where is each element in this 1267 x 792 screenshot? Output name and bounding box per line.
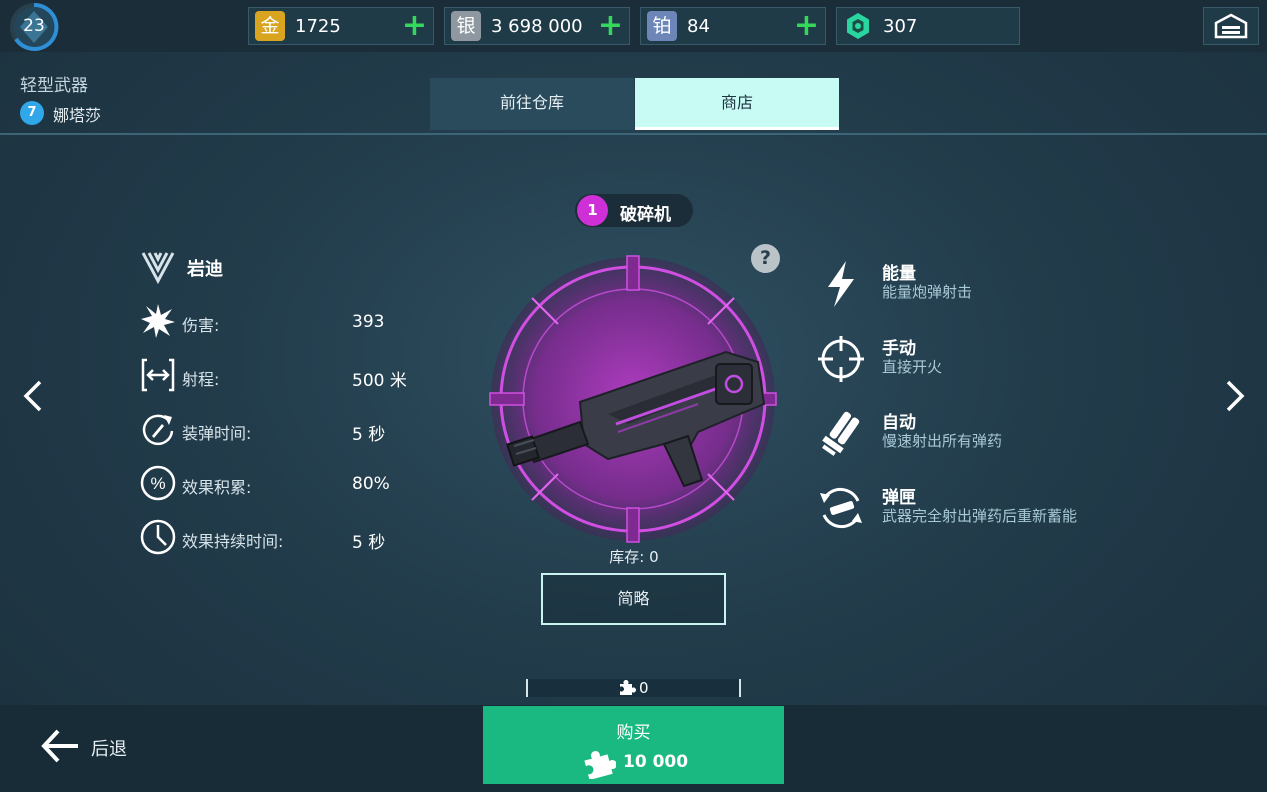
magazine-icon (820, 487, 862, 529)
add-gold-button[interactable]: + (402, 11, 427, 41)
silver-currency[interactable]: 银 3 698 000 + (444, 7, 630, 45)
top-bar: 23 金 1725 + 银 3 698 000 + 铂 84 + 307 (0, 0, 1267, 52)
back-label: 后退 (91, 739, 127, 760)
percent-icon: % (140, 465, 176, 501)
stat-reload: 装弹时间: 5 秒 (140, 411, 440, 447)
hangar-icon (1214, 13, 1248, 39)
gold-value: 1725 (295, 16, 341, 37)
stat-value: 5 秒 (352, 533, 386, 553)
range-icon (141, 358, 175, 392)
gem-value: 307 (883, 16, 918, 37)
manufacturer-row: 岩迪 (140, 249, 440, 285)
stat-label: 射程: (182, 370, 220, 389)
tab-shop[interactable]: 商店 (635, 78, 839, 130)
timer-icon (140, 519, 176, 555)
buy-button[interactable]: 购买 10 000 (483, 706, 784, 784)
previous-weapon-arrow-icon[interactable] (18, 376, 48, 416)
feature-energy: 能量 能量炮弹射击 (816, 259, 1236, 309)
buy-label: 购买 (616, 723, 651, 743)
feature-manual: 手动 直接开火 (816, 334, 1236, 384)
crosshair-icon (818, 336, 864, 382)
auto-fire-icon (822, 411, 860, 456)
next-weapon-arrow-icon[interactable] (1220, 376, 1250, 416)
brief-button[interactable]: 简略 (541, 573, 726, 625)
stock-label: 库存: (609, 548, 645, 566)
platinum-icon: 铂 (647, 11, 677, 41)
tab-warehouse[interactable]: 前往仓库 (430, 78, 634, 130)
stock-value: 0 (649, 548, 659, 566)
feature-desc: 武器完全射出弹药后重新蓄能 (882, 507, 1078, 525)
add-platinum-button[interactable]: + (794, 11, 819, 41)
header-divider (0, 133, 1267, 135)
feature-desc: 直接开火 (882, 358, 943, 376)
stat-label: 装弹时间: (182, 424, 252, 443)
puzzle-piece-icon (584, 751, 616, 779)
platinum-currency[interactable]: 铂 84 + (640, 7, 826, 45)
pilot-name: 娜塔莎 (53, 106, 102, 125)
fragment-count: 0 (639, 679, 649, 697)
stock-info: 库存: 0 (560, 546, 708, 567)
stat-value: 393 (352, 312, 385, 332)
gem-icon (843, 11, 873, 41)
stat-damage: 伤害: 393 (140, 303, 440, 339)
arrow-left-icon (41, 729, 78, 763)
feature-auto: 自动 慢速射出所有弹药 (816, 408, 1236, 458)
player-level: 23 (23, 16, 45, 36)
stat-value: 500 米 (352, 371, 407, 391)
damage-icon (141, 304, 175, 338)
stat-effect-buildup: % 效果积累: 80% (140, 465, 440, 501)
feature-desc: 慢速射出所有弹药 (882, 432, 1003, 450)
buy-price: 10 000 (623, 752, 689, 772)
weapon-preview (489, 255, 777, 543)
feature-desc: 能量炮弹射击 (882, 283, 973, 301)
gold-currency[interactable]: 金 1725 + (248, 7, 434, 45)
weapon-category: 轻型武器 (20, 76, 88, 96)
stat-effect-duration: 效果持续时间: 5 秒 (140, 519, 440, 555)
svg-text:%: % (150, 474, 165, 493)
manufacturer-name: 岩迪 (187, 259, 223, 280)
silver-icon: 银 (451, 11, 481, 41)
garage-button[interactable] (1203, 7, 1259, 45)
gem-currency[interactable]: 307 (836, 7, 1020, 45)
stat-label: 伤害: (182, 316, 220, 335)
stat-range: 射程: 500 米 (140, 357, 440, 393)
add-silver-button[interactable]: + (598, 11, 623, 41)
stat-label: 效果持续时间: (182, 532, 284, 551)
weapon-title: 1 破碎机 (575, 194, 693, 227)
fragment-progress: 0 (526, 679, 741, 697)
pilot-level-badge: 7 (20, 101, 44, 125)
feature-magazine: 弹匣 武器完全射出弹药后重新蓄能 (816, 483, 1236, 533)
puzzle-piece-icon (620, 680, 636, 695)
silver-value: 3 698 000 (491, 16, 583, 37)
platinum-value: 84 (687, 16, 710, 37)
stat-value: 80% (352, 474, 390, 494)
player-level-badge[interactable]: 23 (8, 2, 60, 52)
stat-label: 效果积累: (182, 478, 252, 497)
weapon-rank-badge: 1 (577, 195, 608, 226)
gold-icon: 金 (255, 11, 285, 41)
manufacturer-logo-icon (141, 252, 175, 285)
weapon-name: 破碎机 (620, 205, 671, 225)
reload-icon (142, 414, 174, 446)
lightning-icon (828, 261, 854, 307)
back-button[interactable]: 后退 (40, 727, 150, 765)
stat-value: 5 秒 (352, 425, 386, 445)
